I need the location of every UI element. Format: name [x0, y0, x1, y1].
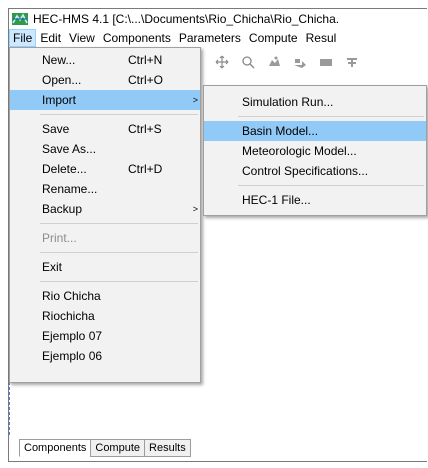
menu-separator	[40, 223, 198, 224]
menu-item-open[interactable]: Open... Ctrl+O	[10, 70, 200, 90]
menu-edit[interactable]: Edit	[36, 29, 65, 47]
menu-item-label: Simulation Run...	[242, 95, 334, 109]
add-junction-icon[interactable]	[345, 55, 359, 69]
import-submenu: Simulation Run... Basin Model... Meteoro…	[203, 85, 427, 216]
menu-item-label: Meteorologic Model...	[242, 144, 357, 158]
menu-separator	[40, 114, 198, 115]
menu-item-rename[interactable]: Rename...	[10, 179, 200, 199]
menu-item-import[interactable]: Import >	[10, 90, 200, 110]
menu-item-label: Riochicha	[42, 309, 95, 323]
add-reservoir-icon[interactable]	[319, 55, 333, 69]
recent-project-item[interactable]: Rio Chicha	[10, 286, 200, 306]
submenu-item-hec1-file[interactable]: HEC-1 File...	[204, 190, 426, 210]
menu-item-label: Delete...	[42, 162, 87, 176]
bottom-tab-strip: Components Compute Results	[19, 439, 191, 457]
title-bar: HEC-HMS 4.1 [C:\...\Documents\Rio_Chicha…	[9, 9, 427, 29]
recent-project-item[interactable]: Riochicha	[10, 306, 200, 326]
menu-file[interactable]: File	[9, 29, 37, 47]
shortcut-label: Ctrl+S	[128, 122, 162, 136]
menu-item-label: Ejemplo 06	[42, 349, 103, 363]
menu-item-new[interactable]: New... Ctrl+N	[10, 50, 200, 70]
move-icon[interactable]	[215, 55, 229, 69]
menu-bar: File Edit View Components Parameters Com…	[9, 29, 427, 47]
submenu-item-simulation-run[interactable]: Simulation Run...	[204, 92, 426, 112]
menu-item-save-as[interactable]: Save As...	[10, 139, 200, 159]
menu-parameters[interactable]: Parameters	[175, 29, 245, 47]
tab-compute[interactable]: Compute	[90, 439, 146, 457]
menu-item-label: Backup	[42, 202, 83, 216]
menu-item-label: New...	[42, 53, 76, 67]
menu-item-save[interactable]: Save Ctrl+S	[10, 119, 200, 139]
zoom-icon[interactable]	[241, 55, 255, 69]
add-reach-icon[interactable]	[293, 55, 307, 69]
window-title: HEC-HMS 4.1 [C:\...\Documents\Rio_Chicha…	[33, 12, 340, 26]
menu-item-exit[interactable]: Exit	[10, 257, 200, 277]
tab-components[interactable]: Components	[19, 439, 92, 457]
menu-item-label: Ejemplo 07	[42, 329, 103, 343]
menu-item-backup[interactable]: Backup >	[10, 199, 200, 219]
menu-item-delete[interactable]: Delete... Ctrl+D	[10, 159, 200, 179]
menu-separator	[238, 116, 424, 117]
add-subbasin-icon[interactable]	[267, 55, 281, 69]
submenu-item-meteorologic-model[interactable]: Meteorologic Model...	[204, 141, 426, 161]
shortcut-label: Ctrl+O	[128, 73, 164, 87]
menu-compute[interactable]: Compute	[245, 29, 302, 47]
tab-results[interactable]: Results	[144, 439, 191, 457]
recent-project-item[interactable]: Ejemplo 07	[10, 326, 200, 346]
menu-item-label: Exit	[42, 260, 63, 274]
menu-item-label: Save As...	[42, 142, 97, 156]
menu-item-print[interactable]: Print...	[10, 228, 200, 248]
menu-item-label: HEC-1 File...	[242, 193, 311, 207]
menu-separator	[238, 185, 424, 186]
shortcut-label: Ctrl+N	[128, 53, 163, 67]
menu-separator	[40, 252, 198, 253]
menu-item-label: Basin Model...	[242, 124, 319, 138]
toolbar	[205, 49, 427, 75]
menu-item-label: Print...	[42, 231, 77, 245]
menu-item-label: Rio Chicha	[42, 289, 101, 303]
submenu-arrow-icon: >	[192, 204, 198, 214]
submenu-item-control-specifications[interactable]: Control Specifications...	[204, 161, 426, 181]
recent-project-item[interactable]: Ejemplo 06	[10, 346, 200, 366]
submenu-item-basin-model[interactable]: Basin Model...	[204, 121, 426, 141]
shortcut-label: Ctrl+D	[128, 162, 163, 176]
menu-item-label: Save	[42, 122, 70, 136]
menu-item-label: Rename...	[42, 182, 98, 196]
menu-view[interactable]: View	[65, 29, 99, 47]
submenu-arrow-icon: >	[192, 95, 198, 105]
menu-item-label: Import	[42, 93, 77, 107]
menu-item-label: Open...	[42, 73, 82, 87]
hec-hms-app-icon	[12, 13, 28, 25]
menu-item-label: Control Specifications...	[242, 164, 369, 178]
menu-components[interactable]: Components	[99, 29, 175, 47]
menu-results[interactable]: Resul	[302, 29, 341, 47]
menu-separator	[40, 281, 198, 282]
file-menu: New... Ctrl+N Open... Ctrl+O Import > Sa…	[9, 47, 201, 383]
